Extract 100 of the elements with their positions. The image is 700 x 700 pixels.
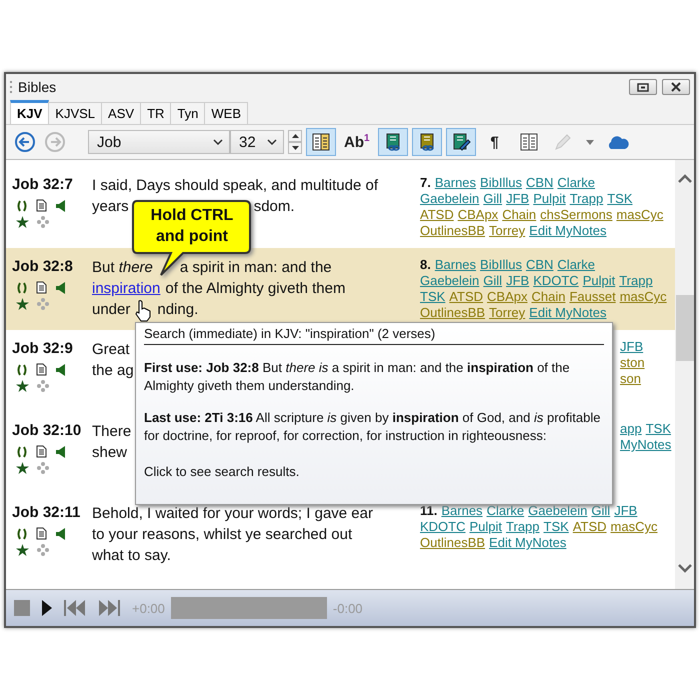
commentary-link[interactable]: Barnes: [434, 257, 476, 273]
scroll-down-icon[interactable]: [678, 564, 692, 573]
commentary-link[interactable]: Edit MyNotes: [529, 223, 606, 239]
scroll-thumb[interactable]: [676, 295, 694, 361]
commentary-link[interactable]: JFB: [506, 191, 530, 207]
commentary-link[interactable]: Gill: [591, 503, 610, 519]
commentary-link[interactable]: Gaebelein: [528, 503, 588, 519]
search-tooltip[interactable]: [135, 322, 613, 505]
commentary-link[interactable]: Trapp: [570, 191, 604, 207]
star-icon[interactable]: [16, 298, 29, 310]
speaker-icon[interactable]: [55, 364, 66, 376]
speaker-icon[interactable]: [55, 446, 66, 458]
commentary-link[interactable]: CBN: [526, 175, 554, 191]
commentary-link[interactable]: Chain: [531, 289, 566, 305]
document-icon[interactable]: [36, 363, 47, 376]
commentary-link[interactable]: Chain: [502, 207, 536, 223]
document-icon[interactable]: [36, 445, 47, 458]
speaker-icon[interactable]: [55, 282, 66, 294]
commentary-link[interactable]: Trapp: [619, 273, 653, 289]
scrollbar[interactable]: [675, 160, 694, 589]
commentary-link[interactable]: JFB: [614, 503, 638, 519]
brackets-icon[interactable]: [16, 200, 28, 212]
commentary-link[interactable]: MyNotes: [620, 437, 672, 453]
word-link[interactable]: inspiration: [92, 278, 160, 299]
verse-reference[interactable]: Job 32:11: [12, 503, 80, 523]
commentary-link[interactable]: OutlinesBB: [420, 305, 486, 321]
edit-note-button[interactable]: [446, 128, 476, 156]
progress-track[interactable]: [170, 597, 327, 619]
commentary-link[interactable]: KDOTC: [533, 273, 579, 289]
commentary-link[interactable]: Barnes: [434, 175, 476, 191]
book-select[interactable]: Job: [88, 130, 230, 154]
brackets-icon[interactable]: [16, 446, 28, 458]
commentary-link[interactable]: Gaebelein: [420, 273, 480, 289]
commentary-link[interactable]: TSK: [544, 519, 569, 535]
next-button[interactable]: [98, 600, 120, 616]
commentary-link[interactable]: OutlinesBB: [420, 223, 486, 239]
speaker-icon[interactable]: [55, 528, 66, 540]
bible-tab[interactable]: WEB: [204, 102, 248, 124]
commentary-link[interactable]: Torrey: [489, 305, 526, 321]
commentary-link[interactable]: TSK: [646, 421, 671, 437]
back-button[interactable]: [12, 129, 38, 155]
document-icon[interactable]: [36, 527, 47, 540]
star-icon[interactable]: [16, 380, 29, 392]
commentary-link[interactable]: TSK: [607, 191, 632, 207]
commentary-link[interactable]: Clarke: [557, 175, 595, 191]
spin-down-button[interactable]: [288, 142, 302, 154]
commentary-link[interactable]: chsSermons: [540, 207, 612, 223]
brackets-icon[interactable]: [16, 364, 28, 376]
commentary-link[interactable]: CBApx: [458, 207, 498, 223]
scroll-up-icon[interactable]: [678, 174, 692, 183]
verse-reference[interactable]: Job 32:8: [12, 257, 73, 277]
commentary-link[interactable]: Trapp: [506, 519, 540, 535]
commentary-link[interactable]: BibIllus: [480, 257, 522, 273]
star-icon[interactable]: [16, 462, 29, 474]
commentary-link[interactable]: JFB: [620, 339, 644, 355]
close-button[interactable]: [662, 79, 690, 95]
format-button[interactable]: ¶: [480, 128, 510, 156]
linked-book-button[interactable]: [378, 128, 408, 156]
selected-verse-row[interactable]: [6, 248, 676, 330]
verse-reference[interactable]: Job 32:10: [12, 421, 82, 441]
commentary-link[interactable]: KDOTC: [420, 519, 466, 535]
star-icon[interactable]: [16, 216, 29, 228]
commentary-link[interactable]: OutlinesBB: [420, 535, 486, 551]
commentary-link[interactable]: masCyc: [620, 289, 667, 305]
commentary-link[interactable]: Torrey: [489, 223, 526, 239]
commentary-link[interactable]: Clarke: [486, 503, 524, 519]
commentary-link[interactable]: Edit MyNotes: [489, 535, 566, 551]
commentary-link[interactable]: Gill: [483, 273, 502, 289]
commentary-link[interactable]: ATSD: [449, 289, 484, 305]
commentary-link[interactable]: Clarke: [557, 257, 595, 273]
commentary-link[interactable]: masCyc: [616, 207, 664, 223]
commentary-link[interactable]: Gill: [483, 191, 502, 207]
commentary-link[interactable]: son: [620, 371, 641, 387]
commentary-link[interactable]: JFB: [506, 273, 530, 289]
grip-icon[interactable]: [10, 81, 13, 93]
commentary-link[interactable]: TSK: [420, 289, 446, 305]
brackets-icon[interactable]: [16, 528, 28, 540]
star-icon[interactable]: [16, 544, 29, 556]
commentary-link[interactable]: Edit MyNotes: [529, 305, 606, 321]
play-button[interactable]: [42, 600, 52, 616]
commentary-link[interactable]: Gaebelein: [420, 191, 480, 207]
linked-book-button[interactable]: [412, 128, 442, 156]
commentary-link[interactable]: app: [620, 421, 642, 437]
commentary-link[interactable]: BibIllus: [480, 175, 522, 191]
spin-up-button[interactable]: [288, 130, 302, 142]
commentary-link[interactable]: Pulpit: [582, 273, 616, 289]
bible-tab[interactable]: Tyn: [170, 102, 206, 124]
speaker-icon[interactable]: [55, 200, 66, 212]
commentary-link[interactable]: CBN: [526, 257, 554, 273]
previous-button[interactable]: [64, 600, 86, 616]
restore-button[interactable]: [629, 79, 657, 95]
commentary-link[interactable]: Pulpit: [470, 519, 502, 535]
bible-tab[interactable]: KJV: [10, 100, 50, 124]
chapter-select[interactable]: 32: [230, 130, 284, 154]
commentary-link[interactable]: ston: [620, 355, 645, 371]
parallel-columns-button[interactable]: [306, 128, 336, 156]
commentary-link[interactable]: Fausset: [569, 289, 616, 305]
commentary-link[interactable]: Pulpit: [533, 191, 566, 207]
verse-reference[interactable]: Job 32:9: [12, 339, 73, 359]
commentary-link[interactable]: ATSD: [420, 207, 454, 223]
